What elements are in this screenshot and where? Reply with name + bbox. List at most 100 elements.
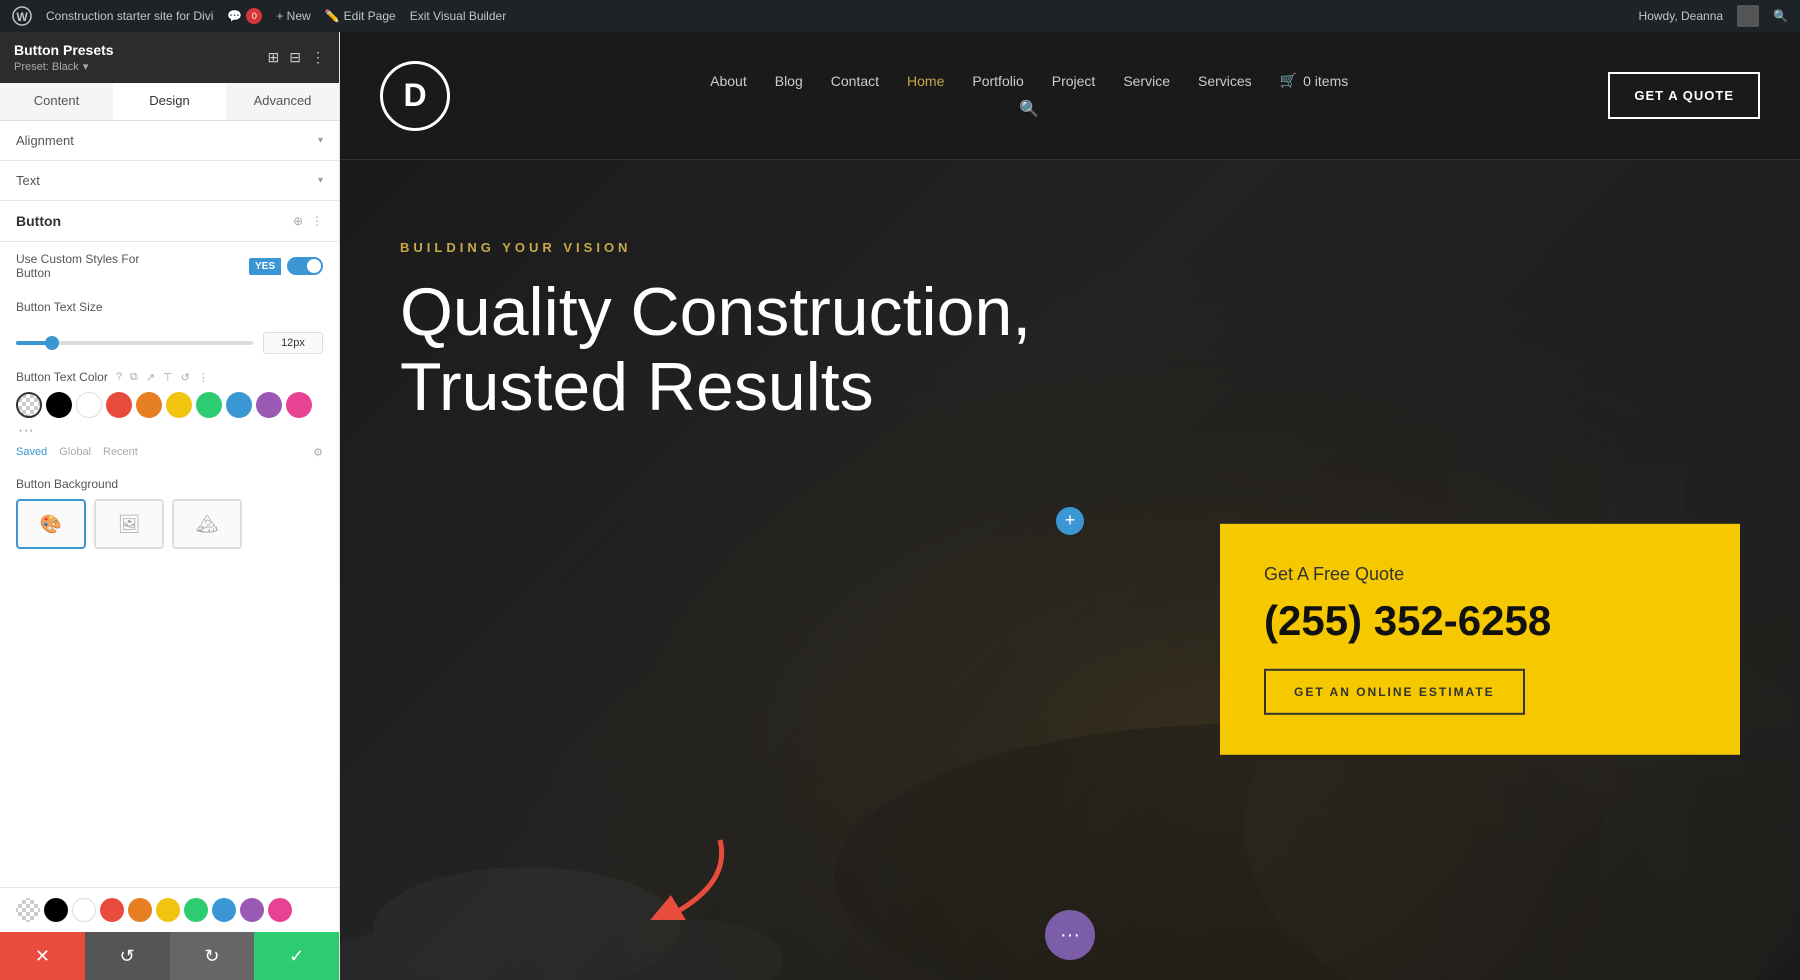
user-avatar[interactable] xyxy=(1737,5,1759,27)
undo-icon: ↺ xyxy=(120,946,135,967)
more-options-icon[interactable]: ⋮ xyxy=(311,214,323,228)
toggle-slider[interactable] xyxy=(287,257,323,275)
text-size-label: Button Text Size xyxy=(16,300,103,314)
nav-about[interactable]: About xyxy=(710,73,747,89)
wp-logo-item[interactable]: W xyxy=(12,6,32,26)
color-more-icon[interactable]: ··· xyxy=(18,422,34,440)
arrow-icon[interactable]: ↗ xyxy=(146,371,155,384)
slider-row: 12px xyxy=(0,324,339,362)
panel-preset[interactable]: Preset: Black ▾ xyxy=(14,60,114,73)
color-swatch-orange[interactable] xyxy=(136,392,162,418)
color-swatch-green[interactable] xyxy=(196,392,222,418)
text-size-row: Button Text Size xyxy=(0,290,339,324)
redo-button[interactable]: ↻ xyxy=(170,932,255,980)
undo-button[interactable]: ↺ xyxy=(85,932,170,980)
image-icon: 🏔 xyxy=(196,514,219,535)
nav-service[interactable]: Service xyxy=(1123,73,1170,89)
color-row-header: Button Text Color ? ⧉ ↗ ⊤ ↺ ⋮ xyxy=(16,370,323,384)
color-swatches: ··· xyxy=(16,392,323,440)
nav-portfolio[interactable]: Portfolio xyxy=(972,73,1023,89)
slider-value[interactable]: 12px xyxy=(263,332,323,354)
gradient-icon: 🖼 xyxy=(118,514,141,535)
tab-design[interactable]: Design xyxy=(113,83,226,120)
nav-home[interactable]: Home xyxy=(907,73,944,89)
bottom-swatch-checker[interactable] xyxy=(16,898,40,922)
edit-page-item[interactable]: ✏️ Edit Page xyxy=(325,9,396,23)
color-tab-saved[interactable]: Saved xyxy=(16,446,47,459)
color-swatch-checker[interactable] xyxy=(16,392,42,418)
site-name-item[interactable]: Construction starter site for Divi xyxy=(46,9,213,23)
quote-button[interactable]: GET A QUOTE xyxy=(1608,72,1760,119)
site-logo: D xyxy=(380,61,450,131)
tab-content[interactable]: Content xyxy=(0,83,113,120)
bg-option-image[interactable]: 🏔 xyxy=(172,499,242,549)
grid-icon[interactable]: ⊟ xyxy=(289,49,301,66)
color-swatch-black[interactable] xyxy=(46,392,72,418)
color-tab-global[interactable]: Global xyxy=(59,446,91,459)
text-header[interactable]: Text ▾ xyxy=(0,161,339,200)
bg-label: Button Background xyxy=(16,477,323,491)
cancel-button[interactable]: ✕ xyxy=(0,932,85,980)
tab-advanced[interactable]: Advanced xyxy=(226,83,339,120)
bg-option-color[interactable]: 🎨 xyxy=(16,499,86,549)
slider-track[interactable] xyxy=(16,341,253,345)
bottom-swatch-white[interactable] xyxy=(72,898,96,922)
reset-icon[interactable]: ↺ xyxy=(181,371,190,384)
color-swatch-purple[interactable] xyxy=(256,392,282,418)
nav-contact[interactable]: Contact xyxy=(831,73,879,89)
color-tab-recent[interactable]: Recent xyxy=(103,446,138,459)
nav-services[interactable]: Services xyxy=(1198,73,1252,89)
nav-blog[interactable]: Blog xyxy=(775,73,803,89)
three-dots-button[interactable]: ··· xyxy=(1045,910,1095,960)
desktop-icon[interactable]: ⊞ xyxy=(268,49,280,66)
svg-text:W: W xyxy=(16,10,28,24)
hero-title-line2: Trusted Results xyxy=(400,349,874,425)
exit-builder-item[interactable]: Exit Visual Builder xyxy=(410,9,507,23)
alignment-header[interactable]: Alignment ▾ xyxy=(0,121,339,160)
alignment-label: Alignment xyxy=(16,133,74,148)
bottom-swatch-green[interactable] xyxy=(184,898,208,922)
bottom-swatch-black[interactable] xyxy=(44,898,68,922)
comments-item[interactable]: 💬 0 xyxy=(227,8,262,24)
panel-content: Alignment ▾ Text ▾ Button ⊕ ⋮ xyxy=(0,121,339,887)
custom-styles-row: Use Custom Styles ForButton YES xyxy=(0,242,339,290)
bottom-swatch-purple[interactable] xyxy=(240,898,264,922)
admin-bar-right: Howdy, Deanna 🔍 xyxy=(1639,5,1788,27)
save-button[interactable]: ✓ xyxy=(254,932,339,980)
estimate-button[interactable]: GET AN ONLINE ESTIMATE xyxy=(1264,669,1525,715)
bg-option-gradient[interactable]: 🖼 xyxy=(94,499,164,549)
arrow-svg xyxy=(640,830,760,920)
panel-title: Button Presets xyxy=(14,42,114,58)
add-section-button[interactable]: + xyxy=(1056,507,1084,535)
dots-icon[interactable]: ⋮ xyxy=(198,371,209,384)
more-icon[interactable]: ⋮ xyxy=(311,49,325,66)
toggle-container[interactable]: YES xyxy=(249,257,323,275)
copy-icon[interactable]: ⧉ xyxy=(130,371,138,384)
search-icon[interactable]: 🔍 xyxy=(1773,9,1788,23)
exit-builder-label: Exit Visual Builder xyxy=(410,9,507,23)
text-label: Text xyxy=(16,173,40,188)
bottom-swatch-orange[interactable] xyxy=(128,898,152,922)
nav-search-icon[interactable]: 🔍 xyxy=(1019,101,1039,118)
question-icon[interactable]: ? xyxy=(116,371,122,383)
color-swatch-red[interactable] xyxy=(106,392,132,418)
redo-icon: ↻ xyxy=(204,946,219,967)
color-swatch-blue[interactable] xyxy=(226,392,252,418)
pin-icon[interactable]: ⊤ xyxy=(163,371,173,384)
color-settings-icon[interactable]: ⚙ xyxy=(313,446,323,459)
color-swatch-pink[interactable] xyxy=(286,392,312,418)
bottom-swatch-blue[interactable] xyxy=(212,898,236,922)
new-item[interactable]: + New xyxy=(276,9,310,23)
bottom-swatch-red[interactable] xyxy=(100,898,124,922)
hero-section: BUILDING YOUR VISION Quality Constructio… xyxy=(340,160,1800,980)
color-swatch-yellow[interactable] xyxy=(166,392,192,418)
nav-project[interactable]: Project xyxy=(1052,73,1096,89)
nav-cart[interactable]: 🛒 0 items xyxy=(1280,72,1349,89)
bottom-swatch-yellow[interactable] xyxy=(156,898,180,922)
color-swatch-white[interactable] xyxy=(76,392,102,418)
expand-icon[interactable]: ⊕ xyxy=(293,214,303,228)
bottom-swatch-pink[interactable] xyxy=(268,898,292,922)
edit-page-label: Edit Page xyxy=(344,9,396,23)
pencil-icon: ✏️ xyxy=(325,9,340,23)
slider-thumb[interactable] xyxy=(45,336,59,350)
